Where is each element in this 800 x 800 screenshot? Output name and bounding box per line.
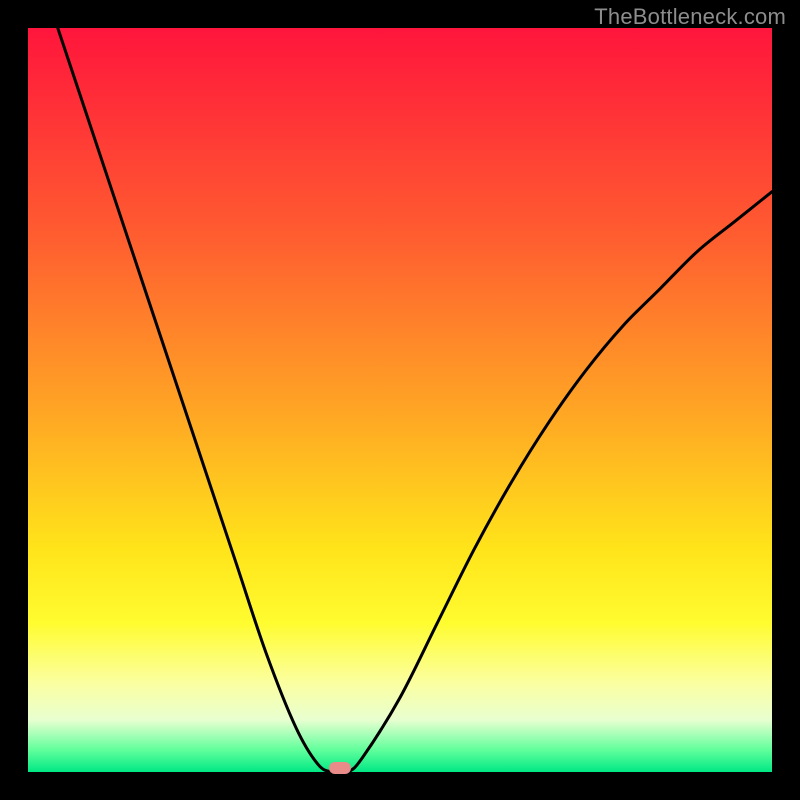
optimal-marker	[329, 762, 351, 774]
chart-frame: TheBottleneck.com	[0, 0, 800, 800]
watermark-text: TheBottleneck.com	[594, 4, 786, 30]
bottleneck-curve	[28, 28, 772, 772]
plot-area	[28, 28, 772, 772]
